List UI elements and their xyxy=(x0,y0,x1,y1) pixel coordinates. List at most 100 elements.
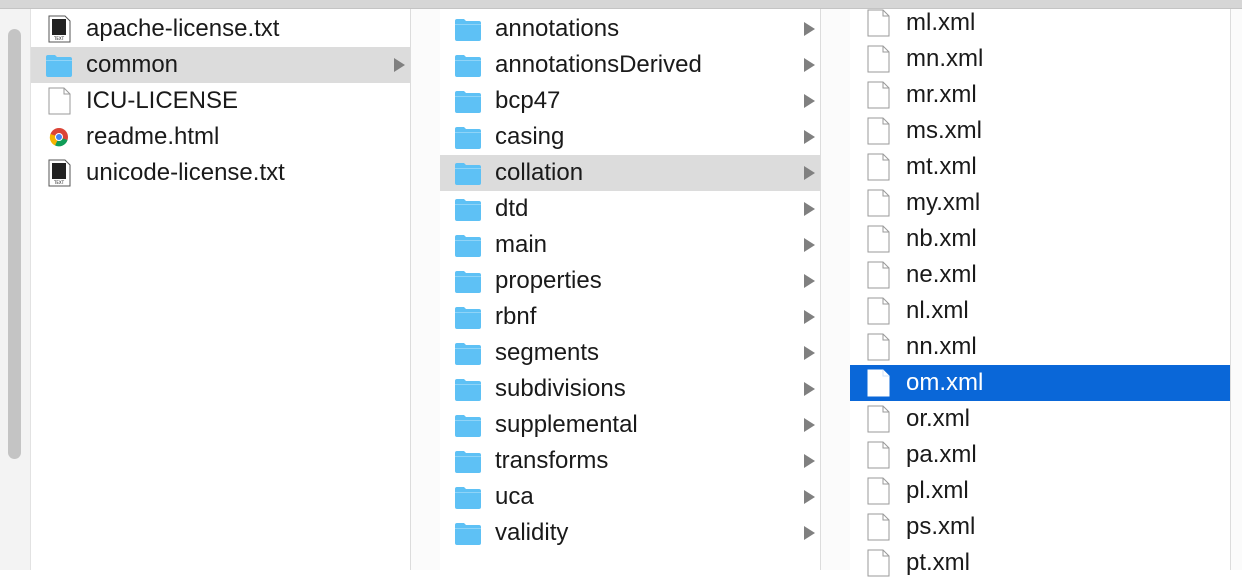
folder-icon xyxy=(455,235,481,257)
list-item[interactable]: ICU-LICENSE xyxy=(31,83,410,119)
folder-icon xyxy=(455,415,481,437)
list-item[interactable]: casing xyxy=(440,119,820,155)
list-item[interactable]: transforms xyxy=(440,443,820,479)
item-label: rbnf xyxy=(495,303,537,330)
folder-icon xyxy=(455,307,481,329)
list-item[interactable]: properties xyxy=(440,263,820,299)
list-item[interactable]: dtd xyxy=(440,191,820,227)
disclosure-arrow-icon xyxy=(804,418,815,432)
column-gutter xyxy=(1231,9,1242,570)
list-item[interactable]: subdivisions xyxy=(440,371,820,407)
list-item[interactable]: ps.xml xyxy=(850,509,1230,545)
item-label: pt.xml xyxy=(906,549,971,576)
list-item[interactable]: mt.xml xyxy=(850,149,1230,185)
item-label: mn.xml xyxy=(906,45,984,72)
folder-icon xyxy=(455,379,481,401)
item-label: annotations xyxy=(495,15,620,42)
list-item-selected[interactable]: om.xml xyxy=(850,365,1230,401)
document-icon xyxy=(867,549,890,577)
list-item[interactable]: pt.xml xyxy=(850,545,1230,581)
item-label: nn.xml xyxy=(906,333,977,360)
document-icon xyxy=(867,189,890,217)
document-icon xyxy=(867,9,890,37)
document-icon xyxy=(867,117,890,145)
document-icon xyxy=(867,297,890,325)
list-item[interactable]: nb.xml xyxy=(850,221,1230,257)
item-label: annotationsDerived xyxy=(495,51,702,78)
list-item[interactable]: mn.xml xyxy=(850,41,1230,77)
list-item[interactable]: main xyxy=(440,227,820,263)
item-label: common xyxy=(86,51,179,78)
browser-column-3: ml.xml mn.xml mr.xml ms.xml mt.xml my.xm… xyxy=(850,9,1230,577)
item-label: ICU-LICENSE xyxy=(86,87,239,114)
column-gutter xyxy=(821,9,850,570)
item-label: nl.xml xyxy=(906,297,969,324)
list-item[interactable]: TEXT apache-license.txt xyxy=(31,11,410,47)
folder-icon xyxy=(455,19,481,41)
list-item[interactable]: nl.xml xyxy=(850,293,1230,329)
item-label: collation xyxy=(495,159,584,186)
item-label: ne.xml xyxy=(906,261,977,288)
document-icon xyxy=(867,81,890,109)
list-item[interactable]: supplemental xyxy=(440,407,820,443)
disclosure-arrow-icon xyxy=(394,58,405,72)
list-item[interactable]: annotationsDerived xyxy=(440,47,820,83)
folder-icon xyxy=(455,523,481,545)
list-item[interactable]: nn.xml xyxy=(850,329,1230,365)
disclosure-arrow-icon xyxy=(804,166,815,180)
document-icon xyxy=(867,513,890,541)
folder-icon xyxy=(455,163,481,185)
folder-icon xyxy=(455,271,481,293)
folder-icon xyxy=(455,343,481,365)
item-label: supplemental xyxy=(495,411,638,438)
document-icon xyxy=(867,333,890,361)
list-item[interactable]: validity xyxy=(440,515,820,551)
folder-icon xyxy=(455,199,481,221)
list-item[interactable]: bcp47 xyxy=(440,83,820,119)
list-item[interactable]: ms.xml xyxy=(850,113,1230,149)
list-item[interactable]: readme.html xyxy=(31,119,410,155)
browser-column-1: TEXT apache-license.txt common ICU-LICEN… xyxy=(31,9,410,570)
document-icon xyxy=(867,45,890,73)
text-file-icon: TEXT xyxy=(48,15,71,43)
item-label: validity xyxy=(495,519,569,546)
disclosure-arrow-icon xyxy=(804,346,815,360)
list-item[interactable]: pl.xml xyxy=(850,473,1230,509)
list-item[interactable]: TEXT unicode-license.txt xyxy=(31,155,410,191)
list-item[interactable]: annotations xyxy=(440,11,820,47)
document-icon xyxy=(867,477,890,505)
list-item-selected[interactable]: common xyxy=(31,47,410,83)
item-label: ml.xml xyxy=(906,9,976,36)
document-icon xyxy=(867,261,890,289)
column-gutter xyxy=(411,9,440,570)
disclosure-arrow-icon xyxy=(804,94,815,108)
vertical-scrollbar[interactable] xyxy=(0,9,31,570)
item-label: properties xyxy=(495,267,602,294)
item-label: transforms xyxy=(495,447,609,474)
list-item[interactable]: rbnf xyxy=(440,299,820,335)
chrome-html-icon xyxy=(49,128,68,147)
list-item[interactable]: or.xml xyxy=(850,401,1230,437)
item-label: readme.html xyxy=(86,123,220,150)
disclosure-arrow-icon xyxy=(804,274,815,288)
list-item[interactable]: segments xyxy=(440,335,820,371)
item-label: apache-license.txt xyxy=(86,15,280,42)
document-icon xyxy=(867,441,890,469)
list-item[interactable]: my.xml xyxy=(850,185,1230,221)
list-item[interactable]: ne.xml xyxy=(850,257,1230,293)
scrollbar-thumb[interactable] xyxy=(8,29,21,459)
list-item[interactable]: ml.xml xyxy=(850,5,1230,41)
folder-icon xyxy=(455,127,481,149)
list-item-selected[interactable]: collation xyxy=(440,155,820,191)
disclosure-arrow-icon xyxy=(804,22,815,36)
list-item[interactable]: mr.xml xyxy=(850,77,1230,113)
item-label: main xyxy=(495,231,548,258)
list-item[interactable]: pa.xml xyxy=(850,437,1230,473)
svg-text:TEXT: TEXT xyxy=(53,180,65,185)
disclosure-arrow-icon xyxy=(804,310,815,324)
list-item[interactable]: uca xyxy=(440,479,820,515)
item-label: mt.xml xyxy=(906,153,977,180)
svg-text:TEXT: TEXT xyxy=(53,36,65,41)
disclosure-arrow-icon xyxy=(804,130,815,144)
item-label: my.xml xyxy=(906,189,981,216)
